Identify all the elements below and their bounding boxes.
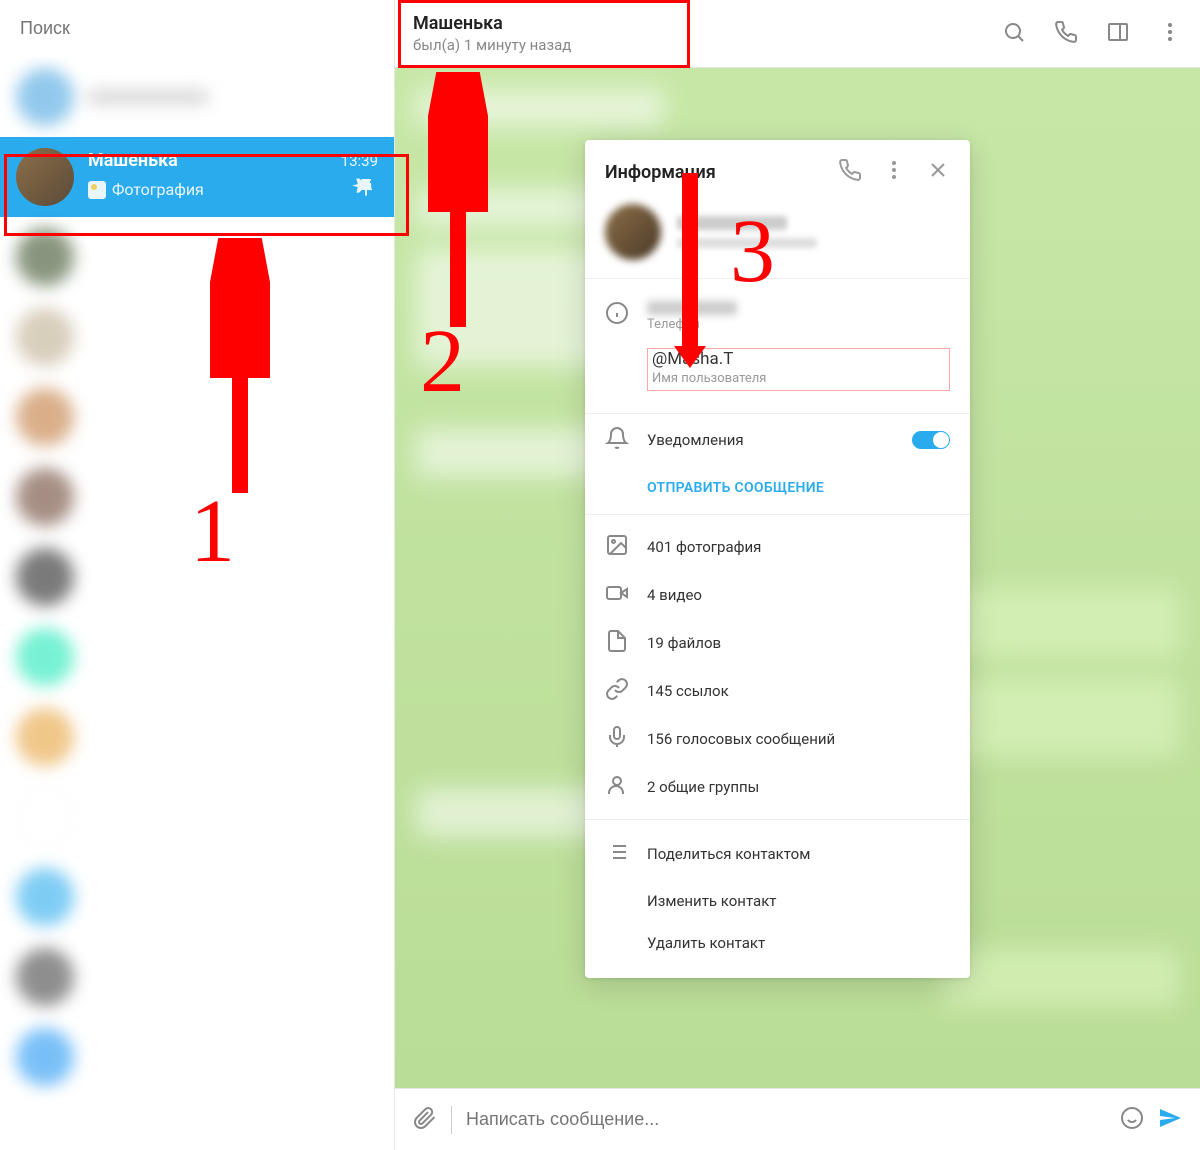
edit-contact-button[interactable]: Изменить контакт <box>585 880 970 922</box>
media-groups[interactable]: 2 общие группы <box>585 763 970 811</box>
sidebar-toggle-icon[interactable] <box>1106 20 1130 48</box>
notifications-toggle[interactable] <box>912 431 950 449</box>
info-title: Информация <box>605 162 818 183</box>
share-contact-button[interactable]: Поделиться контактом <box>585 828 970 880</box>
call-icon[interactable] <box>838 158 862 186</box>
header-contact-name[interactable]: Машенька <box>413 13 1002 34</box>
media-videos[interactable]: 4 видео <box>585 571 970 619</box>
photo-icon <box>88 181 106 199</box>
delete-contact-button[interactable]: Удалить контакт <box>585 922 970 964</box>
message-composer <box>395 1088 1200 1150</box>
media-links[interactable]: 145 ссылок <box>585 667 970 715</box>
mic-icon <box>605 725 629 753</box>
chat-name: Машенька <box>88 150 178 171</box>
send-message-button[interactable]: ОТПРАВИТЬ СООБЩЕНИЕ <box>585 466 970 514</box>
media-photos[interactable]: 401 фотография <box>585 523 970 571</box>
search-icon[interactable] <box>1002 20 1026 48</box>
header-status: был(а) 1 минуту назад <box>413 36 1002 54</box>
list-item[interactable] <box>0 217 394 297</box>
search-input[interactable] <box>20 18 374 39</box>
close-icon[interactable] <box>926 158 950 186</box>
info-icon <box>605 301 629 329</box>
file-icon <box>605 629 629 657</box>
media-files[interactable]: 19 файлов <box>585 619 970 667</box>
list-item[interactable] <box>0 1017 394 1097</box>
message-input[interactable] <box>466 1109 1106 1130</box>
chat-list: Машенька 13:39 Фотография <box>0 57 394 1150</box>
chat-sidebar: Машенька 13:39 Фотография <box>0 0 395 1150</box>
more-icon[interactable] <box>1158 20 1182 48</box>
chat-time: 13:39 <box>341 152 378 170</box>
contact-info-panel: Информация Телефон @Masha.T Имя пользова… <box>585 140 970 978</box>
video-icon <box>605 581 629 609</box>
image-icon <box>605 533 629 561</box>
send-icon[interactable] <box>1158 1106 1182 1134</box>
list-item[interactable] <box>0 857 394 937</box>
list-item[interactable] <box>0 57 394 137</box>
user-icon <box>605 773 629 801</box>
username-value[interactable]: @Masha.T <box>652 349 945 369</box>
pin-icon <box>350 175 378 204</box>
avatar <box>605 204 661 260</box>
chat-header: Машенька был(а) 1 минуту назад <box>395 0 1200 68</box>
avatar <box>16 148 74 206</box>
list-item[interactable] <box>0 697 394 777</box>
list-item[interactable] <box>0 297 394 377</box>
list-item[interactable] <box>0 617 394 697</box>
username-label: Имя пользователя <box>652 371 945 386</box>
phone-label: Телефон <box>647 317 950 332</box>
link-icon <box>605 677 629 705</box>
list-item[interactable] <box>0 377 394 457</box>
chat-preview-text: Фотография <box>112 180 204 199</box>
media-voice[interactable]: 156 голосовых сообщений <box>585 715 970 763</box>
more-icon[interactable] <box>882 158 906 186</box>
list-item[interactable] <box>0 537 394 617</box>
emoji-icon[interactable] <box>1120 1106 1144 1134</box>
bell-icon <box>605 426 629 454</box>
attach-icon[interactable] <box>413 1106 437 1134</box>
list-item[interactable] <box>0 457 394 537</box>
active-chat-item[interactable]: Машенька 13:39 Фотография <box>0 137 394 217</box>
notifications-label: Уведомления <box>647 431 894 449</box>
list-item[interactable] <box>0 937 394 1017</box>
list-item[interactable] <box>0 777 394 857</box>
list-icon <box>605 840 629 868</box>
call-icon[interactable] <box>1054 20 1078 48</box>
